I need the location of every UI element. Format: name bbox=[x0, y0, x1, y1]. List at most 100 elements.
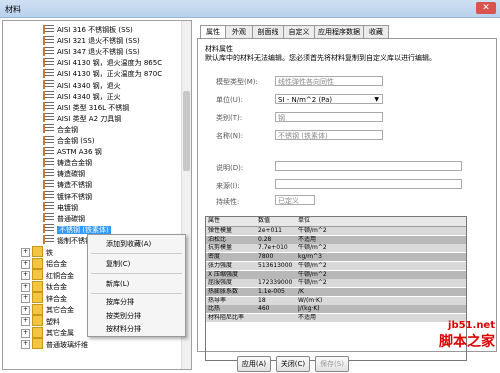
sustain-field[interactable]: 已定义 bbox=[275, 195, 315, 205]
tree-item-label: AISI 4340 钢，退火 bbox=[57, 81, 121, 90]
folder-icon bbox=[32, 257, 43, 269]
table-cell: 不适用 bbox=[298, 314, 317, 321]
description-field[interactable] bbox=[275, 161, 462, 171]
folder-icon bbox=[32, 338, 43, 350]
table-row[interactable]: 张力强度 513613000 牛顿/m^2 bbox=[206, 261, 466, 270]
sustain-label: 持续性: bbox=[216, 198, 240, 206]
unit-select[interactable]: SI - N/m^2 (Pa) ▼ bbox=[275, 94, 383, 104]
tree-item-category[interactable]: + 普通玻璃纤维 bbox=[21, 338, 88, 351]
table-row[interactable]: X 压缩强度 牛顿/m^2 bbox=[206, 270, 466, 279]
close-button[interactable]: 关闭(C) bbox=[276, 356, 310, 372]
tree-item-category[interactable]: + 其它金属 bbox=[21, 326, 74, 339]
material-icon bbox=[43, 235, 54, 245]
tab-app-data[interactable]: 应用程序数据 bbox=[314, 25, 364, 38]
folder-icon bbox=[32, 292, 43, 304]
tab-appearance[interactable]: 外观 bbox=[225, 25, 253, 38]
table-cell: 弹性模量 bbox=[208, 227, 233, 234]
apply-button[interactable]: 应用(A) bbox=[237, 356, 271, 372]
table-cell: 不适用 bbox=[298, 235, 317, 243]
menu-sort-by-category[interactable]: 按类别分排 bbox=[106, 311, 141, 321]
menu-sort-by-material[interactable]: 按材料分排 bbox=[106, 324, 141, 334]
source-label: 来源(I): bbox=[216, 182, 240, 190]
table-row[interactable]: 比热 460 J/(kg·K) bbox=[206, 305, 466, 314]
folder-icon bbox=[32, 269, 43, 281]
material-icon bbox=[43, 191, 54, 200]
table-cell: 7800 bbox=[258, 253, 274, 261]
category-label: 类别(T): bbox=[216, 114, 243, 122]
material-icon bbox=[43, 124, 54, 134]
tree-item-label: 电镀钢 bbox=[57, 203, 78, 212]
category-field[interactable]: 钢 bbox=[275, 112, 383, 122]
expand-icon[interactable]: + bbox=[21, 282, 30, 292]
expand-icon[interactable]: + bbox=[21, 317, 30, 327]
folder-icon bbox=[32, 315, 43, 327]
tree-item-category[interactable]: + 铝合金 bbox=[21, 257, 67, 270]
expand-icon[interactable]: + bbox=[21, 305, 30, 315]
table-cell: J/(kg·K) bbox=[298, 305, 320, 313]
save-button[interactable]: 保存(S) bbox=[315, 356, 349, 372]
tree-item-label: 其它合金 bbox=[46, 306, 74, 315]
expand-icon[interactable]: + bbox=[21, 340, 30, 350]
table-row[interactable]: 抗剪模量 7.7e+010 牛顿/m^2 bbox=[206, 244, 466, 253]
expand-icon[interactable]: + bbox=[21, 248, 30, 258]
material-icon bbox=[43, 24, 54, 34]
menu-sort-by-library[interactable]: 按库分排 bbox=[106, 297, 134, 307]
watermark-line1: jb51.net bbox=[448, 320, 495, 331]
table-row[interactable]: 热导率 18 W/(m·K) bbox=[206, 296, 466, 305]
model-type-select[interactable]: 线性弹性各向同性 bbox=[275, 76, 383, 86]
tab-favorites[interactable]: 收藏 bbox=[363, 25, 389, 38]
table-cell: 牛顿/m^2 bbox=[298, 244, 327, 252]
table-cell: 张力强度 bbox=[208, 261, 233, 269]
table-row[interactable]: 材料阻尼比率 不适用 bbox=[206, 314, 466, 322]
source-field[interactable] bbox=[275, 179, 462, 189]
tree-item-label: 铸造不锈钢 bbox=[57, 181, 92, 190]
table-row[interactable]: 密度 7800 kg/m^3 bbox=[206, 253, 466, 262]
material-icon bbox=[43, 68, 54, 78]
material-icon bbox=[43, 224, 54, 234]
folder-icon bbox=[32, 303, 43, 315]
column-header: 数值 bbox=[258, 217, 271, 224]
material-icon bbox=[43, 135, 54, 145]
tree-item-label: 铸造合金钢 bbox=[57, 159, 92, 168]
title-bar: 材料 ✕ bbox=[0, 0, 500, 18]
context-menu: 添加到收藏(A) 复制(C) 新库(L) 按库分排 按类别分排 按材料分排 bbox=[87, 234, 186, 337]
expand-icon[interactable]: + bbox=[21, 328, 30, 338]
unit-label: 单位(U): bbox=[216, 96, 243, 104]
name-field[interactable]: 不锈钢 (铁素体) bbox=[275, 130, 383, 140]
expand-icon[interactable]: + bbox=[21, 271, 30, 281]
table-cell: 泊松比 bbox=[208, 235, 227, 243]
tree-item-label: AISI 321 退火不锈钢 (SS) bbox=[57, 37, 140, 46]
material-icon bbox=[43, 57, 54, 67]
tree-item-label: 不锈钢 (铁素体) bbox=[57, 225, 111, 234]
tree-item-category[interactable]: + 锌合金 bbox=[21, 292, 67, 305]
menu-copy[interactable]: 复制(C) bbox=[106, 259, 130, 269]
tab-custom[interactable]: 自定义 bbox=[283, 25, 315, 38]
scrollbar-thumb[interactable] bbox=[183, 91, 190, 171]
table-row[interactable]: 热膨胀系数 1.1e-005/K bbox=[206, 287, 466, 296]
table-row[interactable]: 屈服强度 172339000 牛顿/m^2 bbox=[206, 279, 466, 288]
tree-item-label: AISI 316 不锈钢板 (SS) bbox=[57, 26, 133, 34]
description-label: 说明(D): bbox=[216, 164, 244, 172]
material-icon bbox=[43, 102, 54, 112]
properties-panel: 材料属性 默认库中的材料无法编辑。您必须首先将材料复制到自定义库以进行编辑。 模… bbox=[197, 38, 497, 361]
tree-item-category[interactable]: + 其它合金 bbox=[21, 303, 74, 316]
tab-hatch[interactable]: 剖面线 bbox=[252, 25, 284, 38]
tree-item-label: 其它金属 bbox=[46, 329, 74, 338]
close-icon[interactable]: ✕ bbox=[476, 2, 496, 14]
tree-item-material[interactable]: 锻制不锈钢 bbox=[43, 235, 92, 247]
menu-new-library[interactable]: 新库(L) bbox=[106, 279, 129, 289]
tree-item-label: 合金钢 (SS) bbox=[57, 137, 95, 145]
table-row[interactable]: 弹性模量 2e+011 牛顿/m^2 bbox=[206, 227, 466, 235]
expand-icon[interactable]: + bbox=[21, 294, 30, 304]
table-cell: /K bbox=[298, 287, 304, 295]
tree-item-category[interactable]: + 钛合金 bbox=[21, 280, 67, 293]
tree-item-label: ASTM A36 钢 bbox=[57, 148, 102, 157]
menu-separator bbox=[91, 253, 182, 254]
menu-add-favorite[interactable]: 添加到收藏(A) bbox=[106, 239, 151, 249]
tab-properties[interactable]: 属性 bbox=[200, 25, 226, 39]
material-icon bbox=[43, 213, 54, 223]
expand-icon[interactable]: + bbox=[21, 259, 30, 269]
table-cell: 牛顿/m^2 bbox=[298, 279, 327, 287]
table-row[interactable]: 泊松比 0.28 不适用 bbox=[206, 235, 466, 244]
tree-item-category[interactable]: + 红铜合金 bbox=[21, 269, 74, 282]
